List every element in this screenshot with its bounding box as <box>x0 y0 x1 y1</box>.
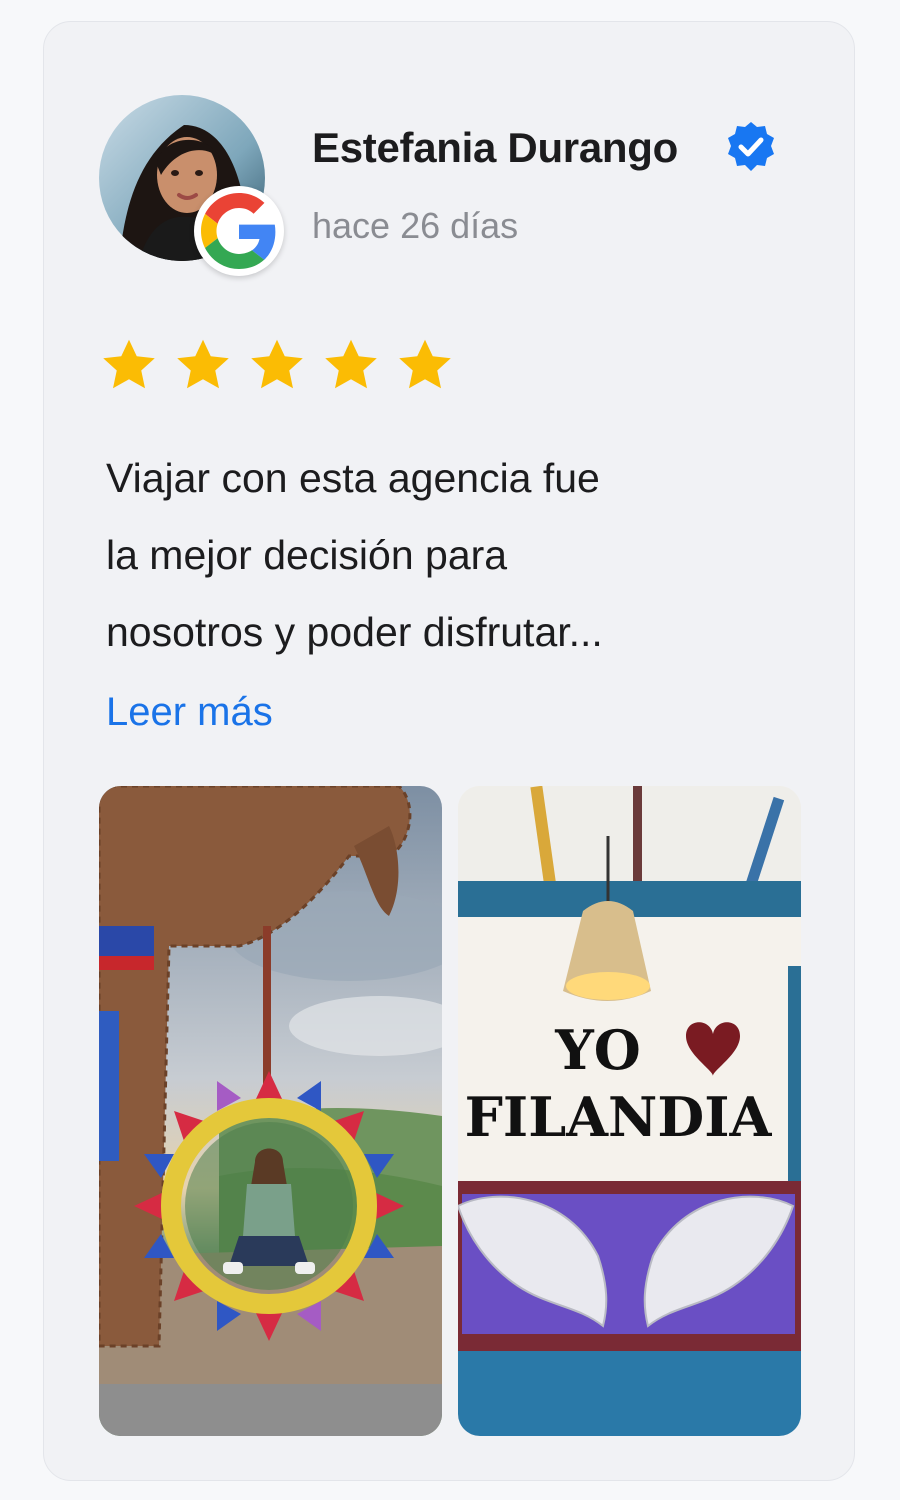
star-rating <box>99 336 455 396</box>
star-icon <box>103 339 155 389</box>
author-name[interactable]: Estefania Durango <box>312 124 678 172</box>
photo-sign-image: YO FILANDIA <box>458 786 801 1436</box>
star-icon <box>251 339 303 389</box>
star-icon <box>177 339 229 389</box>
review-text-line: la mejor decisión para <box>106 532 508 578</box>
photo-swing-image <box>99 786 442 1436</box>
review-text-line: Viajar con esta agencia fue <box>106 455 600 501</box>
review-text: Viajar con esta agencia fue la mejor dec… <box>106 440 766 671</box>
review-timestamp: hace 26 días <box>312 205 519 246</box>
google-logo-icon <box>194 186 284 276</box>
verified-badge-icon <box>728 122 774 171</box>
review-text-line: nosotros y poder disfrutar... <box>106 609 603 655</box>
read-more-link[interactable]: Leer más <box>106 690 273 735</box>
star-icon <box>399 339 451 389</box>
sign-text-filandia: FILANDIA <box>465 1085 773 1149</box>
review-photo-swing[interactable] <box>99 786 442 1436</box>
sign-text-yo: YO <box>554 1018 641 1082</box>
star-icon <box>325 339 377 389</box>
review-photo-sign[interactable]: YO FILANDIA <box>458 786 801 1436</box>
